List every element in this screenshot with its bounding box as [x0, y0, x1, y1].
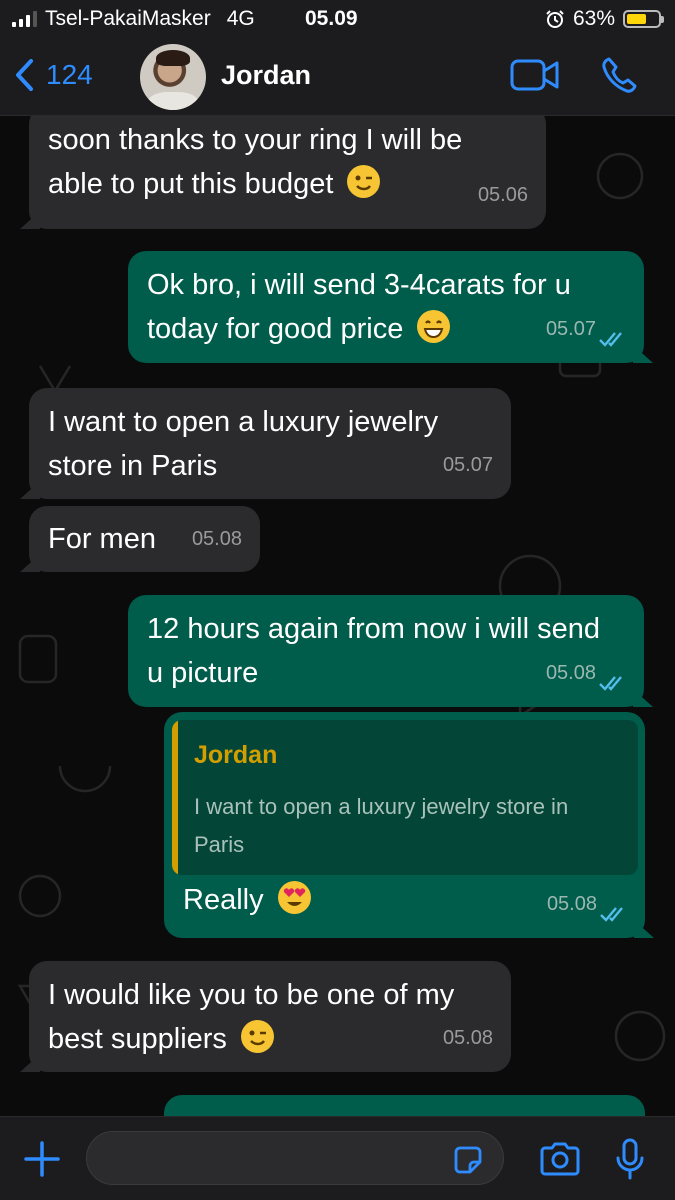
message-text: For men — [48, 523, 156, 555]
message-bubble-outgoing-partial[interactable] — [164, 1095, 645, 1116]
message-text: store in Paris — [48, 450, 218, 482]
message-time: 05.08 — [546, 893, 597, 915]
contact-name[interactable]: Jordan — [221, 60, 311, 91]
contact-avatar[interactable] — [140, 44, 206, 110]
quoted-message[interactable]: Jordan I want to open a luxury jewelry s… — [172, 720, 638, 875]
unread-count: 124 — [46, 59, 93, 90]
heart-eyes-emoji-icon — [277, 881, 311, 914]
quoted-text: I want to open a luxury jewelry store in… — [194, 794, 569, 857]
read-ticks-icon — [600, 907, 623, 922]
message-bubble-incoming[interactable]: For men 05.08 — [29, 506, 260, 572]
message-text: I want to open a luxury jewelry — [48, 406, 439, 438]
winking-face-emoji-icon — [347, 165, 381, 198]
message-text: best suppliers — [48, 1023, 227, 1055]
chat-header: 124 Jordan — [0, 38, 675, 116]
read-ticks-icon — [599, 676, 622, 691]
grinning-face-emoji-icon — [417, 310, 451, 343]
network-type: 4G — [226, 7, 255, 30]
microphone-icon[interactable] — [614, 1137, 646, 1181]
message-bubble-outgoing[interactable]: Jordan I want to open a luxury jewelry s… — [164, 712, 645, 938]
plus-icon[interactable] — [24, 1141, 60, 1177]
message-list[interactable]: soon thanks to your ring I will be able … — [0, 116, 675, 1116]
message-text: today for good price — [147, 313, 404, 345]
quote-accent-bar — [172, 720, 178, 875]
message-time: 05.08 — [545, 662, 596, 684]
message-bubble-outgoing[interactable]: Ok bro, i will send 3-4carats for u toda… — [128, 251, 644, 363]
message-text: 12 hours again from now i will send — [147, 613, 600, 645]
message-time: 05.08 — [442, 1027, 493, 1049]
sticker-icon[interactable] — [452, 1144, 484, 1176]
message-time: 05.07 — [545, 318, 596, 340]
phone-call-icon[interactable] — [600, 55, 640, 95]
message-text: u picture — [147, 657, 259, 689]
message-bubble-incoming[interactable]: soon thanks to your ring I will be able … — [29, 116, 546, 229]
carrier-name: Tsel-PakaiMasker — [45, 7, 211, 30]
battery-icon — [623, 10, 664, 28]
signal-strength-icon — [12, 11, 37, 27]
composer-bar — [0, 1116, 675, 1200]
message-bubble-incoming[interactable]: I want to open a luxury jewelry store in… — [29, 388, 511, 499]
status-bar: Tsel-PakaiMasker 4G 05.09 63% — [0, 0, 675, 38]
back-button[interactable]: 124 — [14, 58, 93, 92]
message-bubble-incoming[interactable]: I would like you to be one of my best su… — [29, 961, 511, 1072]
message-text: Ok bro, i will send 3-4carats for u — [147, 269, 571, 301]
message-text: I would like you to be one of my — [48, 979, 455, 1011]
read-ticks-icon — [599, 332, 622, 347]
quoted-sender-name: Jordan — [194, 741, 278, 769]
message-text: Really — [183, 884, 264, 916]
message-bubble-outgoing[interactable]: 12 hours again from now i will send u pi… — [128, 595, 644, 707]
message-time: 05.08 — [191, 528, 242, 550]
battery-percent: 63% — [572, 7, 615, 30]
winking-face-emoji-icon — [241, 1020, 274, 1053]
camera-icon[interactable] — [538, 1141, 582, 1177]
message-input[interactable] — [86, 1131, 504, 1185]
message-time: 05.07 — [442, 454, 493, 476]
message-text: soon thanks to your ring I will be — [48, 124, 463, 156]
message-time: 05.06 — [477, 184, 528, 206]
status-time: 05.09 — [305, 7, 358, 30]
alarm-icon — [546, 10, 564, 28]
message-text: able to put this budget — [48, 168, 334, 200]
chevron-left-icon — [16, 59, 33, 91]
video-call-icon[interactable] — [510, 58, 560, 92]
